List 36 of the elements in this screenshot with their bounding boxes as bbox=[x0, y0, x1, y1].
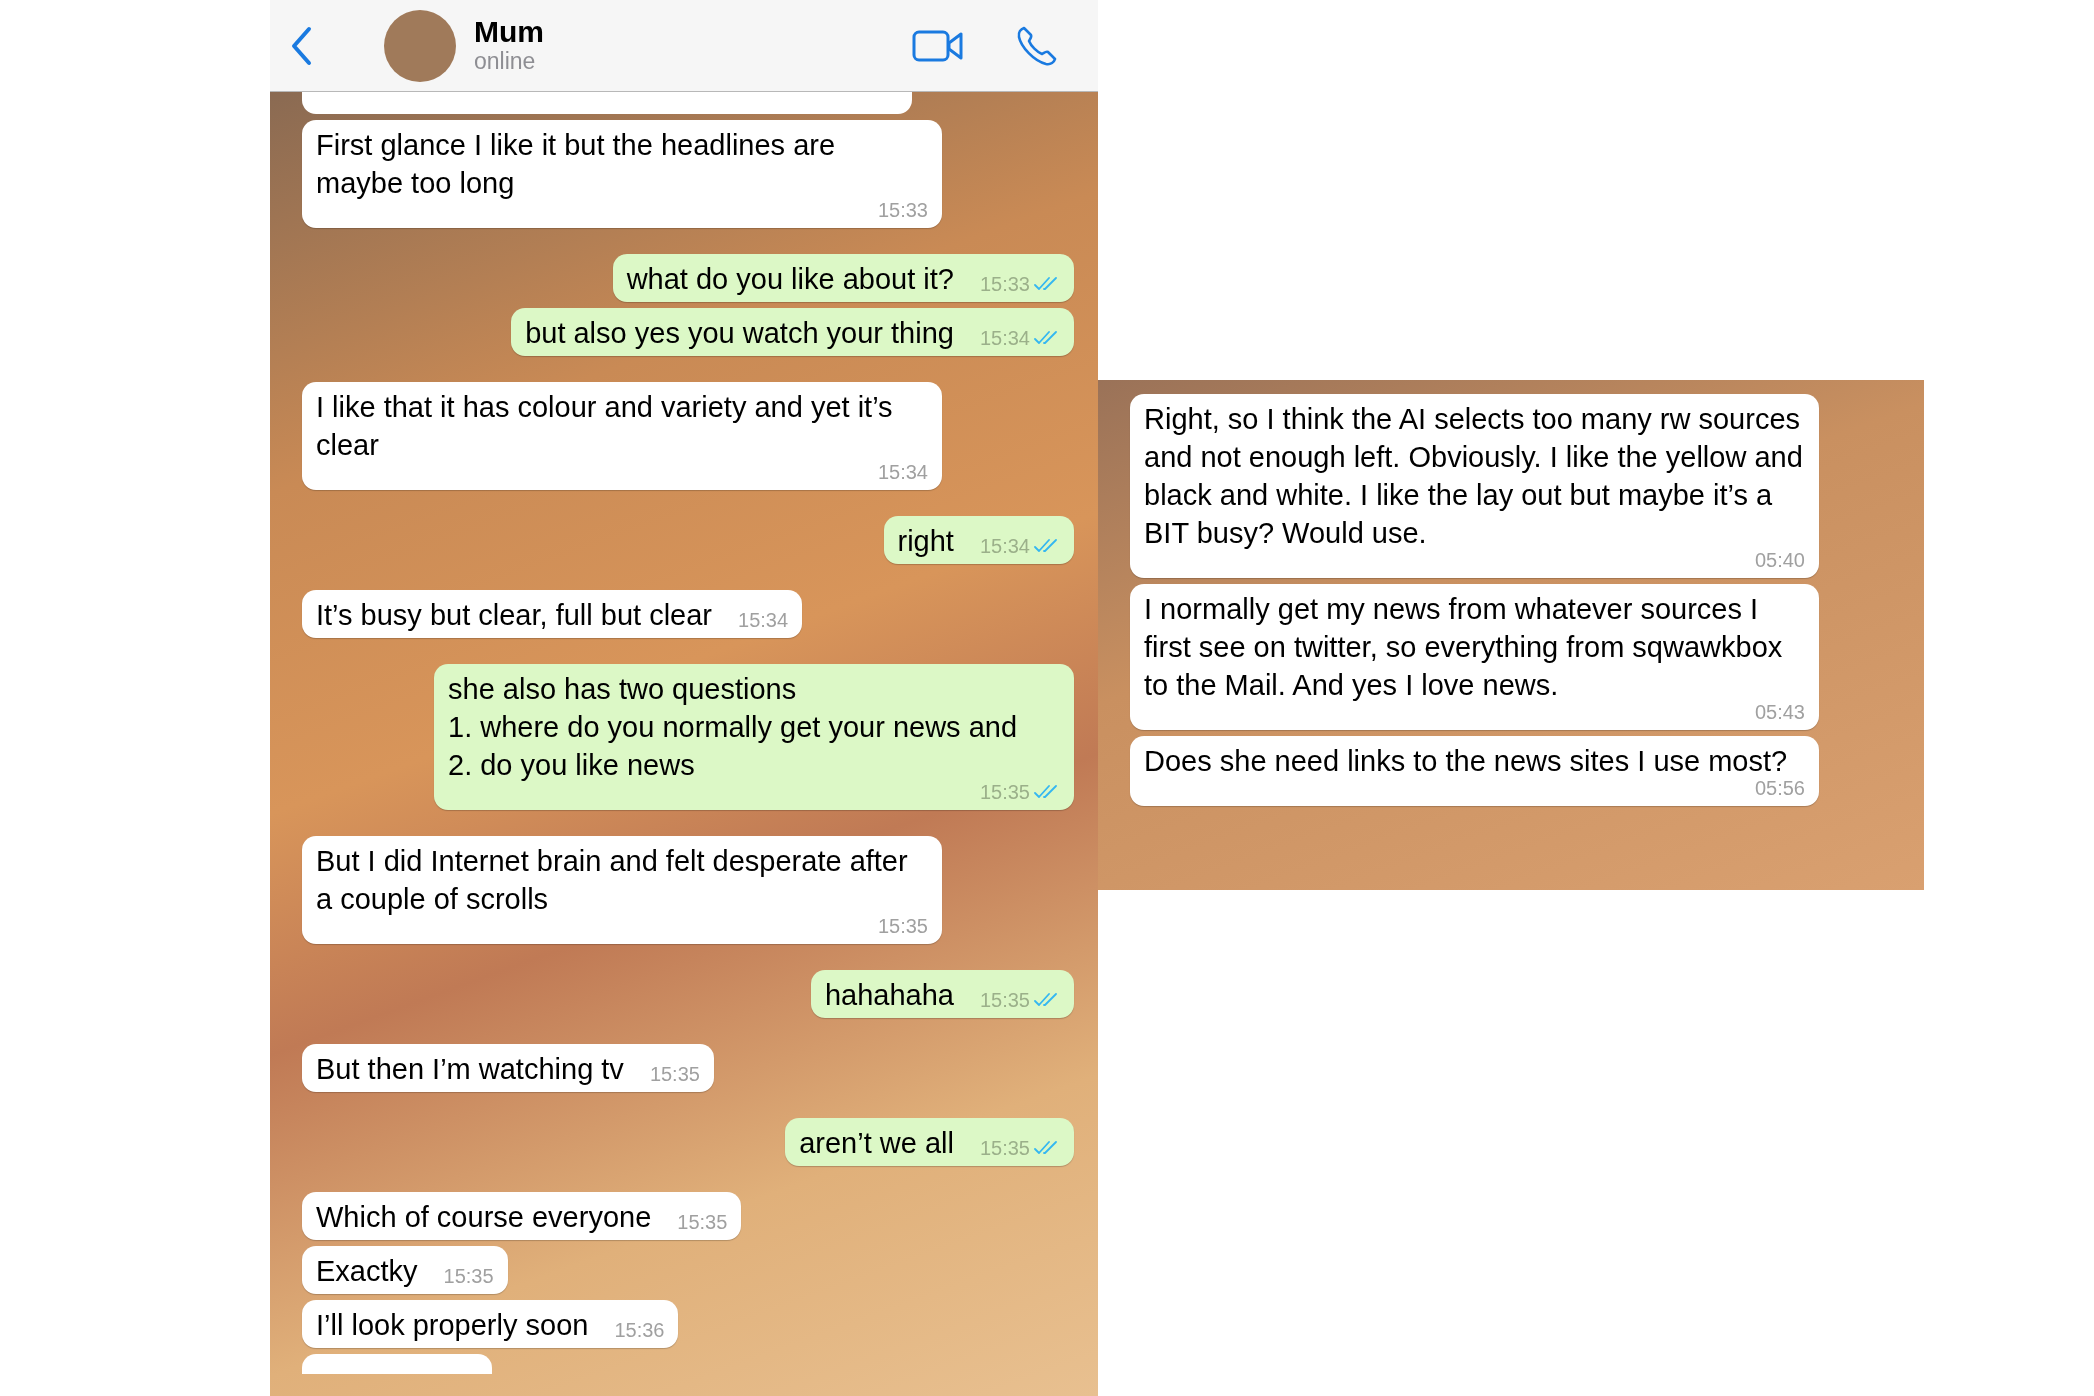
message-time: 05:56 bbox=[1754, 776, 1805, 801]
message-text: I normally get my news from whatever sources I first see on twitter, so everything from sqwawkbox to the Mail. And yes I love news. bbox=[1144, 592, 1784, 703]
message-text: It’s busy but clear, full but clear bbox=[316, 598, 712, 633]
message-text: Does she need links to the news sites I use most? bbox=[1144, 744, 1788, 779]
contact-status: online bbox=[474, 48, 537, 76]
message-text: she also has two questions 1. where do you normally get your news and 2. do you like news bbox=[448, 672, 1018, 783]
message-text: right bbox=[897, 524, 954, 559]
message-text: First glance I like it but the headlines are maybe too long bbox=[316, 128, 837, 201]
message-time: 15:35 bbox=[979, 988, 1030, 1013]
message-text: hahahaha bbox=[824, 978, 954, 1013]
message-time: 15:35 bbox=[443, 1264, 494, 1289]
message-text: But then I’m watching tv bbox=[316, 1052, 624, 1087]
message-text: I’ll look properly soon bbox=[316, 1308, 589, 1343]
message-text: but also yes you watch your thing bbox=[525, 316, 954, 351]
message-text: Exactky bbox=[316, 1254, 418, 1289]
contact-name: Mum bbox=[474, 15, 544, 49]
message-text: what do you like about it? bbox=[626, 262, 954, 297]
message-time: 15:35 bbox=[649, 1062, 700, 1087]
message-text: Which of course everyone bbox=[316, 1200, 652, 1235]
message-time: 15:34 bbox=[979, 326, 1030, 351]
message-time: 15:35 bbox=[979, 1136, 1030, 1161]
message-text: Right, so I think the AI selects too many rw sources and not enough left. Obviously. I like the yellow and black and white. I like the lay out but maybe it’s a BIT busy? Would use. bbox=[1144, 402, 1804, 551]
message-time: 15:35 bbox=[877, 914, 928, 939]
message-time: 05:43 bbox=[1754, 700, 1805, 725]
message-text: aren’t we all bbox=[799, 1126, 954, 1161]
message-text: But I did Internet brain and felt desperate after a couple of scrolls bbox=[316, 844, 909, 917]
message-time: 15:35 bbox=[677, 1210, 728, 1235]
message-time: 15:33 bbox=[877, 198, 928, 223]
message-time: 15:34 bbox=[877, 460, 928, 485]
message-time: 15:34 bbox=[979, 534, 1030, 559]
message-text: I like that it has colour and variety and yet it’s clear bbox=[316, 390, 894, 463]
message-time: 15:33 bbox=[979, 272, 1030, 297]
message-time: 15:34 bbox=[738, 608, 789, 633]
message-time: 05:40 bbox=[1754, 548, 1805, 573]
message-time: 15:36 bbox=[614, 1318, 665, 1343]
message-time: 15:35 bbox=[979, 780, 1030, 805]
